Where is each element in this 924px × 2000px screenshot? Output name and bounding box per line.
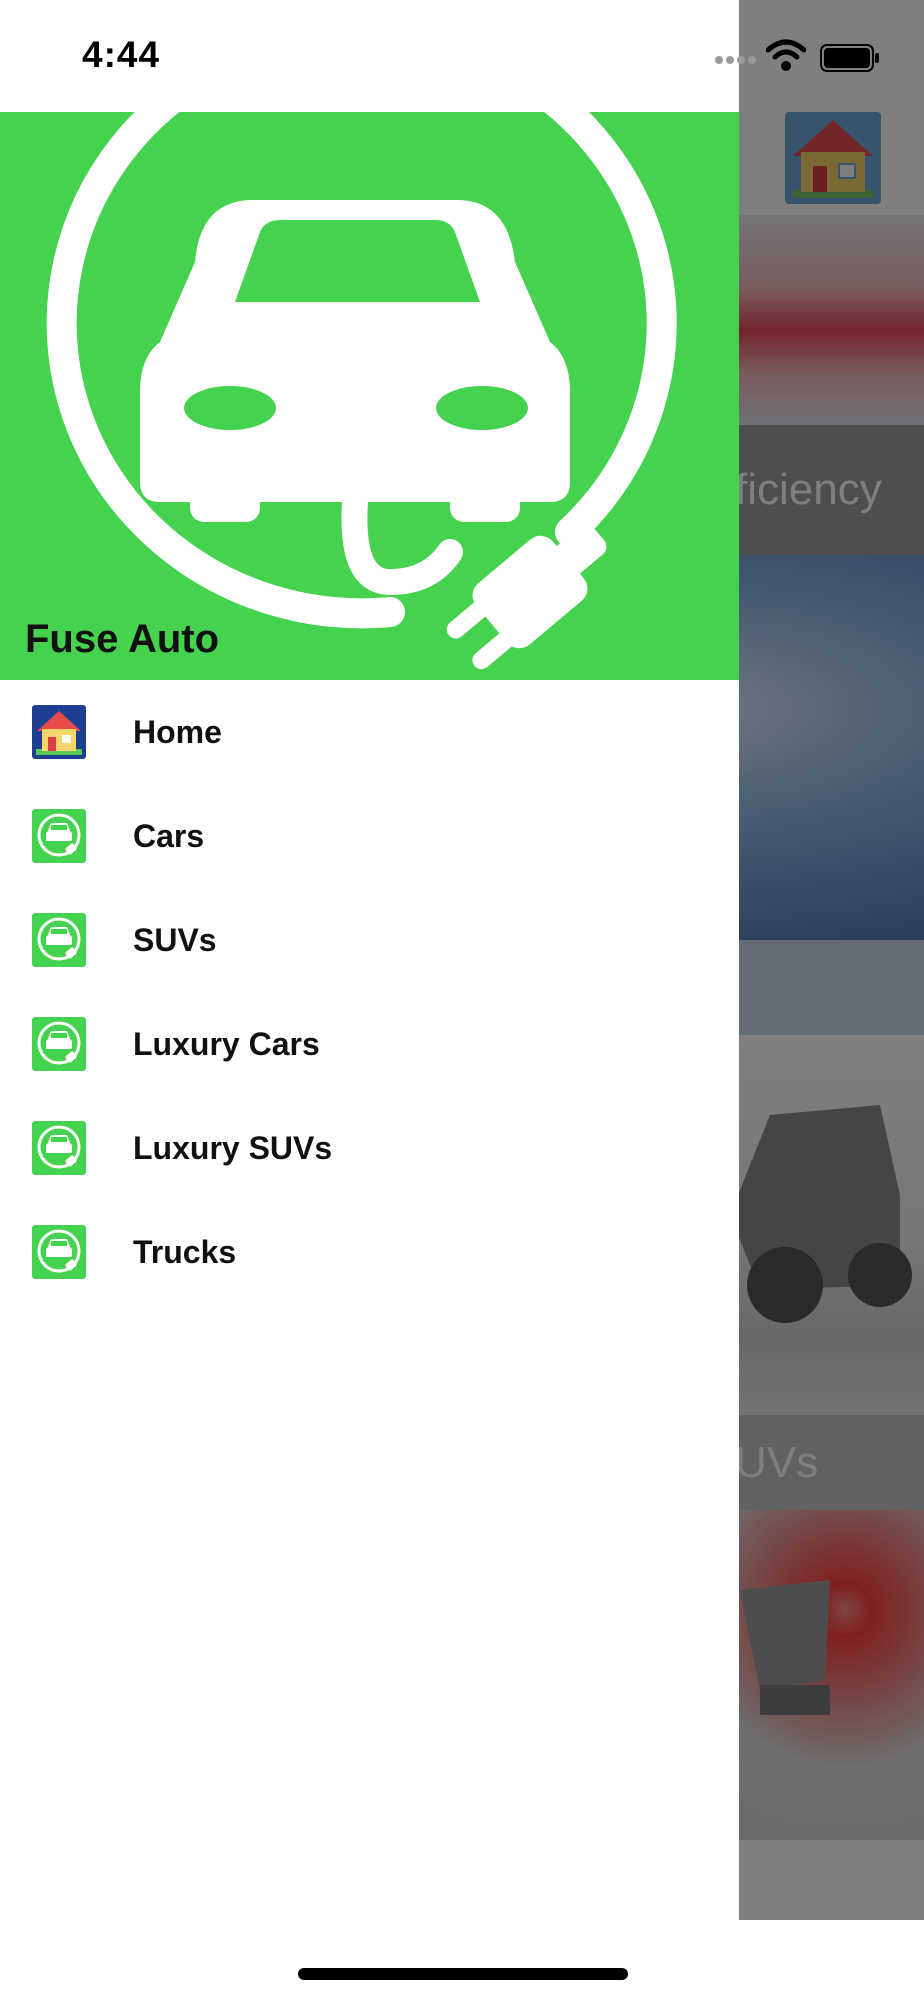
status-time: 4:44: [82, 34, 161, 75]
menu-item-label: Trucks: [133, 1233, 237, 1270]
menu-item-label: Cars: [133, 817, 205, 854]
drawer-header: Fuse Auto: [0, 112, 739, 680]
menu-item-label: Luxury Cars: [133, 1025, 320, 1062]
menu-item-trucks[interactable]: Trucks: [0, 1200, 739, 1304]
ev-car-plug-icon: [32, 913, 86, 967]
menu-item-cars[interactable]: Cars: [0, 784, 739, 888]
menu-item-label: Luxury SUVs: [133, 1129, 333, 1166]
menu-item-label: Home: [133, 713, 222, 750]
wifi-icon: [766, 39, 806, 71]
navigation-drawer: 4:44 Fuse Auto Home Cars SUVs Luxury Car…: [0, 0, 739, 2000]
signal-dots-icon: [715, 56, 756, 64]
status-bar: 4:44: [0, 0, 739, 112]
ev-car-plug-icon: [32, 1225, 86, 1279]
ev-car-plug-icon: [32, 1121, 86, 1175]
ev-car-plug-icon: [32, 1017, 86, 1071]
menu-item-label: SUVs: [133, 921, 217, 958]
drawer-title: Fuse Auto: [25, 617, 220, 661]
house-icon: [32, 705, 86, 759]
menu-item-luxury-cars[interactable]: Luxury Cars: [0, 992, 739, 1096]
menu-item-home[interactable]: Home: [0, 680, 739, 784]
menu-item-luxury-suvs[interactable]: Luxury SUVs: [0, 1096, 739, 1200]
ev-car-plug-logo-icon: [46, 112, 677, 670]
home-indicator[interactable]: [298, 1968, 628, 1980]
menu-item-suvs[interactable]: SUVs: [0, 888, 739, 992]
battery-icon: [820, 44, 879, 72]
drawer-menu: Home Cars SUVs Luxury Cars Luxury SUVs T…: [0, 680, 739, 1304]
ev-car-plug-icon: [32, 809, 86, 863]
